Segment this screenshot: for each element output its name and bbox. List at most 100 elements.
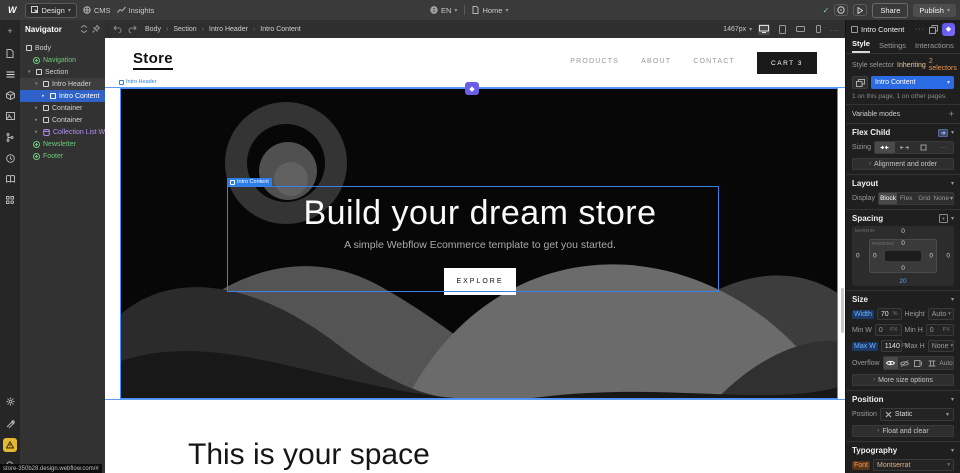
tree-item-container-2[interactable]: ▸ Container	[20, 114, 105, 126]
variables-button[interactable]	[3, 130, 17, 144]
breakpoint-tablet-button[interactable]	[776, 24, 788, 35]
display-flex-button[interactable]: Flex	[897, 193, 915, 204]
margin-right-value[interactable]: 0	[946, 253, 950, 260]
insights-button[interactable]: Insights	[117, 6, 155, 15]
overflow-auto-button[interactable]: Auto	[939, 357, 953, 369]
padding-top-value[interactable]: 0	[901, 240, 905, 247]
min-width-input[interactable]: 0 PX	[875, 324, 902, 336]
breakpoint-more-button[interactable]: ...	[830, 26, 839, 33]
undo-icon[interactable]	[113, 25, 122, 33]
navigator-button[interactable]	[3, 67, 17, 81]
padding-left-value[interactable]: 0	[873, 253, 877, 260]
cart-button[interactable]: CART 3	[757, 52, 817, 74]
sizing-grow-button[interactable]	[895, 142, 914, 153]
spacing-link-icon[interactable]	[939, 214, 948, 223]
alignment-order-button[interactable]: › Alignment and order	[852, 158, 954, 170]
intro-header-tag[interactable]: Intro Header	[119, 79, 157, 85]
sizing-fixed-button[interactable]	[914, 142, 933, 153]
overflow-clip-button[interactable]	[925, 357, 939, 369]
inheriting-count[interactable]: 2 selectors	[929, 58, 957, 72]
add-elements-button[interactable]: +	[3, 24, 17, 38]
cms-button[interactable]: CMS	[83, 6, 111, 15]
next-section-heading[interactable]: This is your space	[188, 438, 430, 472]
nav-link-contact[interactable]: CONTACT	[693, 58, 735, 65]
chevron-down-icon[interactable]: ▾	[951, 180, 954, 187]
add-variable-mode-button[interactable]: +	[949, 109, 954, 119]
site-logo[interactable]: Store	[133, 50, 173, 70]
max-height-input[interactable]: None ▾	[928, 340, 954, 352]
margin-top-value[interactable]: 0	[901, 228, 905, 235]
history-button[interactable]	[3, 151, 17, 165]
font-dropdown[interactable]: Montserrat ▾	[873, 459, 954, 471]
tree-item-footer[interactable]: Footer	[20, 150, 105, 162]
chevron-down-icon[interactable]: ▾	[951, 129, 954, 136]
class-selector-input[interactable]: Intro Content ▾	[871, 76, 954, 89]
chevron-right-icon[interactable]: ▸	[35, 129, 40, 135]
share-button[interactable]: Share	[872, 3, 908, 18]
chevron-down-icon[interactable]: ▾	[35, 81, 40, 87]
nav-link-products[interactable]: PRODUCTS	[570, 58, 619, 65]
breadcrumb-item-intro-content[interactable]: Intro Content	[260, 26, 300, 33]
min-width-unit[interactable]: PX	[890, 327, 897, 333]
more-size-options-button[interactable]: › More size options	[852, 374, 954, 386]
design-mode-button[interactable]: Design ▾	[25, 3, 77, 18]
tab-settings[interactable]: Settings	[879, 41, 906, 53]
libraries-button[interactable]	[3, 172, 17, 186]
spacing-widget[interactable]: MARGIN 0 0 0 20 PADDING 0 0 0 0	[852, 226, 954, 286]
min-height-input[interactable]: 0 PX	[926, 324, 954, 336]
tree-item-body[interactable]: Body	[20, 42, 105, 54]
height-input[interactable]: Auto ▾	[928, 308, 954, 320]
settings-button[interactable]	[3, 394, 17, 408]
tree-item-container-1[interactable]: ▸ Container	[20, 102, 105, 114]
panel-menu-button[interactable]: ···	[915, 26, 925, 33]
overflow-hidden-button[interactable]	[898, 357, 912, 369]
position-dropdown[interactable]: Static ▾	[880, 408, 954, 421]
apps-button[interactable]	[3, 193, 17, 207]
sizing-more-button[interactable]: ···	[934, 142, 953, 153]
margin-bottom-value[interactable]: 20	[899, 278, 906, 285]
site-navbar[interactable]: Store PRODUCTS ABOUT CONTACT CART 3	[105, 38, 845, 85]
min-height-unit[interactable]: PX	[943, 327, 950, 333]
tree-item-intro-header[interactable]: ▾ Intro Header	[20, 78, 105, 90]
tree-item-collection-list[interactable]: ▸ Collection List Wra...	[20, 126, 105, 138]
selector-state-button[interactable]	[852, 76, 868, 89]
create-component-icon[interactable]	[929, 25, 938, 34]
redo-icon[interactable]	[128, 25, 137, 33]
element-actions-button[interactable]: ◆	[942, 23, 955, 36]
chevron-right-icon[interactable]: ▸	[35, 105, 40, 111]
chevron-down-icon[interactable]: ▾	[951, 296, 954, 303]
page-switcher[interactable]: Home ▾	[472, 6, 508, 15]
comments-button[interactable]	[834, 4, 848, 16]
display-none-button[interactable]: None ▾	[933, 193, 953, 204]
overflow-visible-button[interactable]	[884, 357, 898, 369]
padding-widget[interactable]: PADDING 0 0 0 0	[869, 239, 937, 273]
breakpoint-desktop-button[interactable]	[758, 24, 770, 35]
breakpoint-phone-portrait-button[interactable]	[812, 24, 824, 35]
element-settings-handle[interactable]: ◆	[465, 82, 479, 95]
canvas-width-dropdown[interactable]: 1467px ▾	[723, 26, 752, 33]
nav-link-about[interactable]: ABOUT	[641, 58, 671, 65]
chevron-right-icon[interactable]: ▸	[35, 117, 40, 123]
sizing-shrink-button[interactable]	[875, 142, 894, 153]
padding-right-value[interactable]: 0	[929, 253, 933, 260]
hero-section[interactable]: Build your dream store A simple Webflow …	[120, 88, 838, 399]
overflow-scroll-button[interactable]	[911, 357, 925, 369]
float-clear-button[interactable]: › Float and clear	[852, 425, 954, 437]
tree-item-intro-content[interactable]: ▸ Intro Content	[20, 90, 105, 102]
tab-style[interactable]: Style	[852, 39, 870, 53]
width-input[interactable]: 70 %	[877, 308, 902, 320]
preview-button[interactable]	[853, 4, 867, 16]
display-block-button[interactable]: Block	[879, 193, 897, 204]
width-unit[interactable]: %	[893, 311, 898, 317]
display-grid-button[interactable]: Grid	[915, 193, 933, 204]
breadcrumb-item-body[interactable]: Body	[145, 26, 161, 33]
page-settings-button[interactable]	[3, 416, 17, 430]
pages-button[interactable]	[3, 46, 17, 60]
locale-switcher[interactable]: EN ▾	[430, 6, 457, 15]
max-width-input[interactable]: 1140 PX	[881, 340, 902, 352]
chevron-down-icon[interactable]: ▾	[28, 69, 33, 75]
breakpoint-phone-landscape-button[interactable]	[794, 24, 806, 35]
chevron-down-icon[interactable]: ▾	[951, 215, 954, 222]
tree-item-newsletter[interactable]: Newsletter	[20, 138, 105, 150]
chevron-down-icon[interactable]: ▾	[951, 447, 954, 454]
